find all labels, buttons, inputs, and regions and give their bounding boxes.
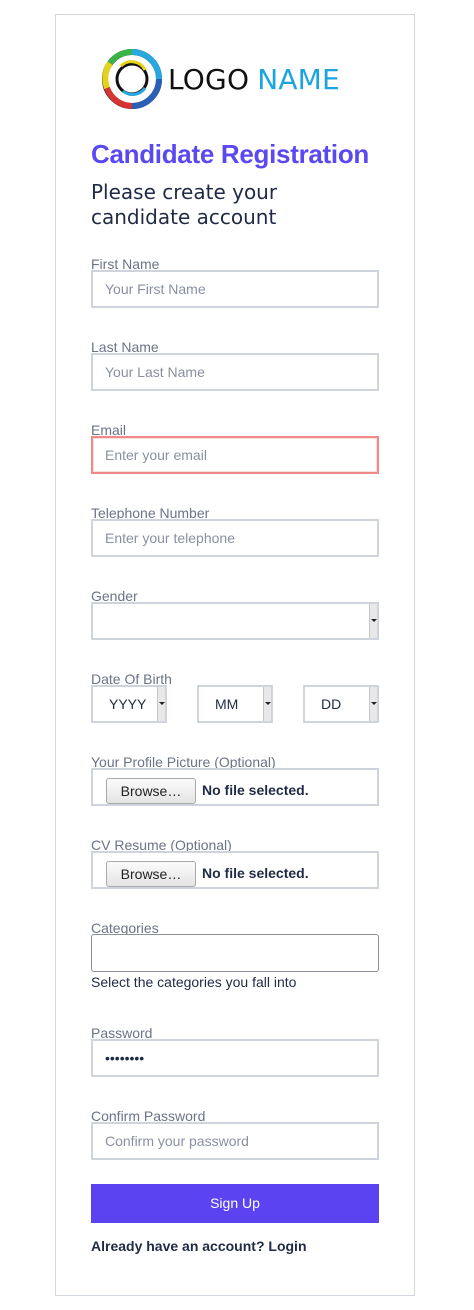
cv-resume-status: No file selected. [202,865,309,881]
categories-input[interactable] [91,934,379,972]
confirm-password-input[interactable] [91,1122,379,1160]
dob-year-select[interactable]: YYYY [91,685,167,723]
logo-word-2: NAME [257,62,340,96]
dob-year-value: YYYY [109,696,147,712]
cv-resume-browse-button[interactable]: Browse… [106,861,196,887]
page-title: Candidate Registration [91,139,369,169]
logo-text: LOGO NAME [168,63,340,96]
signup-button[interactable]: Sign Up [91,1184,379,1223]
last-name-input[interactable] [91,353,379,391]
email-input[interactable] [91,436,379,474]
chevron-down-icon[interactable] [369,604,377,638]
dob-month-value: MM [215,696,239,712]
registration-card: LOGO NAME Candidate Registration Please c… [55,14,415,1296]
dob-day-value: DD [321,696,342,712]
profile-picture-browse-button[interactable]: Browse… [106,778,196,804]
cv-resume-file-input[interactable]: Browse… No file selected. [91,851,379,889]
first-name-input[interactable] [91,270,379,308]
dob-day-select[interactable]: DD [303,685,379,723]
gender-select[interactable] [91,602,379,640]
logo: LOGO NAME [101,48,340,110]
profile-picture-status: No file selected. [202,782,309,798]
logo-word-1: LOGO [168,62,250,96]
password-input[interactable] [91,1039,379,1077]
telephone-input[interactable] [91,519,379,557]
profile-picture-file-input[interactable]: Browse… No file selected. [91,768,379,806]
dob-month-select[interactable]: MM [197,685,273,723]
chevron-down-icon[interactable] [263,687,271,721]
ring-logo-icon [102,48,162,109]
categories-help-text: Select the categories you fall into [91,974,297,990]
login-link[interactable]: Already have an account? Login [91,1238,307,1254]
page-subtitle: Please create your candidate account [91,180,278,229]
chevron-down-icon[interactable] [157,687,165,721]
chevron-down-icon[interactable] [369,687,377,721]
